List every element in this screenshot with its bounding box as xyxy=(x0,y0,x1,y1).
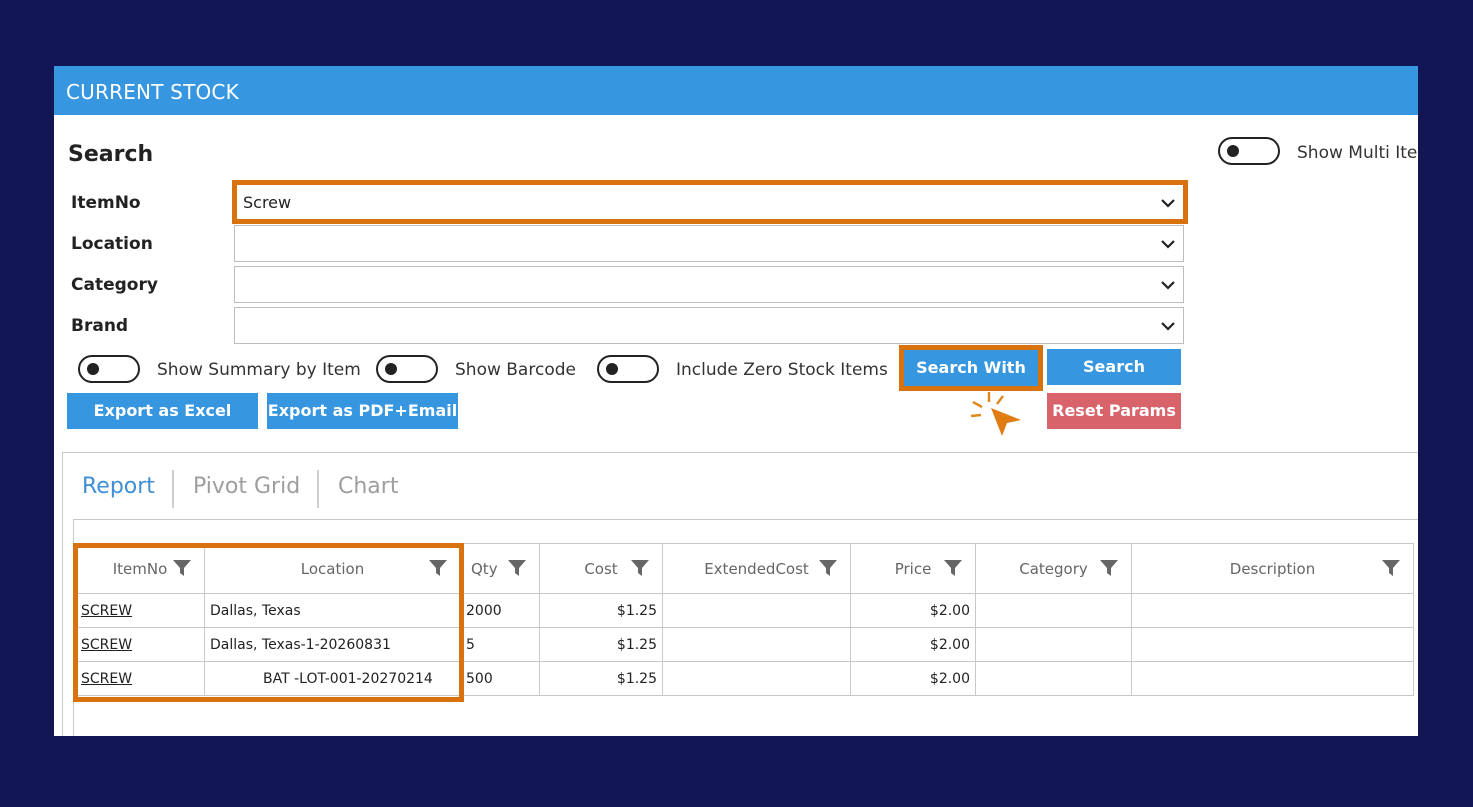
show-summary-toggle[interactable] xyxy=(78,355,140,383)
itemno-select[interactable]: Screw xyxy=(234,184,1184,221)
search-section-title: Search xyxy=(68,142,154,167)
cell-cost: $1.25 xyxy=(539,627,663,662)
itemno-label: ItemNo xyxy=(71,193,141,213)
search-button[interactable]: Search xyxy=(1047,349,1181,385)
cell-category xyxy=(975,627,1132,662)
show-multi-item-toggle[interactable] xyxy=(1218,137,1280,165)
tab-divider xyxy=(317,470,319,508)
filter-icon[interactable] xyxy=(1099,558,1119,578)
chevron-down-icon xyxy=(1161,199,1175,208)
cell-price: $2.00 xyxy=(850,627,976,662)
cell-category xyxy=(975,661,1132,696)
itemno-value: Screw xyxy=(243,193,292,212)
window-title: CURRENT STOCK xyxy=(54,66,1418,115)
export-excel-button[interactable]: Export as Excel xyxy=(67,393,258,429)
cell-description xyxy=(1131,661,1414,696)
filter-icon[interactable] xyxy=(1381,558,1401,578)
column-header-cost[interactable]: Cost xyxy=(539,543,663,594)
table-row: SCREW Dallas, Texas-1-20260831 5 $1.25 $… xyxy=(75,627,1414,662)
tab-report[interactable]: Report xyxy=(82,474,155,499)
column-header-location[interactable]: Location xyxy=(204,543,461,594)
cell-itemno[interactable]: SCREW xyxy=(75,661,205,696)
cell-qty: 2000 xyxy=(460,593,540,628)
itemno-link[interactable]: SCREW xyxy=(81,603,132,619)
show-summary-label: Show Summary by Item xyxy=(157,360,361,380)
cell-qty: 500 xyxy=(460,661,540,696)
column-header-qty[interactable]: Qty xyxy=(460,543,540,594)
cell-extendedcost xyxy=(662,627,851,662)
cell-location: Dallas, Texas xyxy=(204,593,461,628)
table-row: SCREW Dallas, Texas 2000 $1.25 $2.00 xyxy=(75,593,1414,628)
tab-divider xyxy=(172,470,174,508)
click-cursor-icon xyxy=(970,392,1021,436)
table-header-row: ItemNo Location Qty Cost ExtendedCost Pr… xyxy=(75,543,1414,594)
cell-cost: $1.25 xyxy=(539,661,663,696)
show-barcode-toggle[interactable] xyxy=(376,355,438,383)
cell-itemno[interactable]: SCREW xyxy=(75,627,205,662)
cell-itemno[interactable]: SCREW xyxy=(75,593,205,628)
cell-price: $2.00 xyxy=(850,661,976,696)
brand-select[interactable] xyxy=(234,307,1184,344)
reset-params-button[interactable]: Reset Params xyxy=(1047,393,1181,429)
zero-stock-label: Include Zero Stock Items xyxy=(676,360,888,380)
show-barcode-label: Show Barcode xyxy=(455,360,576,380)
category-select[interactable] xyxy=(234,266,1184,303)
chevron-down-icon xyxy=(1161,281,1175,290)
cell-extendedcost xyxy=(662,661,851,696)
stock-table: ItemNo Location Qty Cost ExtendedCost Pr… xyxy=(75,543,1414,696)
column-header-price[interactable]: Price xyxy=(850,543,976,594)
zero-stock-toggle[interactable] xyxy=(597,355,659,383)
cell-cost: $1.25 xyxy=(539,593,663,628)
chevron-down-icon xyxy=(1161,240,1175,249)
show-multi-item-label: Show Multi Item xyxy=(1297,143,1418,163)
itemno-link[interactable]: SCREW xyxy=(81,637,132,653)
column-header-extendedcost[interactable]: ExtendedCost xyxy=(662,543,851,594)
filter-icon[interactable] xyxy=(172,558,192,578)
location-select[interactable] xyxy=(234,225,1184,262)
column-header-category[interactable]: Category xyxy=(975,543,1132,594)
filter-icon[interactable] xyxy=(818,558,838,578)
cell-description xyxy=(1131,627,1414,662)
cell-qty: 5 xyxy=(460,627,540,662)
cell-price: $2.00 xyxy=(850,593,976,628)
filter-icon[interactable] xyxy=(428,558,448,578)
chevron-down-icon xyxy=(1161,322,1175,331)
cell-location: BAT -LOT-001-20270214 xyxy=(204,661,461,696)
itemno-link[interactable]: SCREW xyxy=(81,671,132,687)
column-header-description[interactable]: Description xyxy=(1131,543,1414,594)
column-header-itemno[interactable]: ItemNo xyxy=(75,543,205,594)
filter-icon[interactable] xyxy=(630,558,650,578)
export-pdf-email-button[interactable]: Export as PDF+Email xyxy=(267,393,458,429)
cell-category xyxy=(975,593,1132,628)
tab-chart[interactable]: Chart xyxy=(338,474,398,499)
table-row: SCREW BAT -LOT-001-20270214 500 $1.25 $2… xyxy=(75,661,1414,696)
filter-icon[interactable] xyxy=(507,558,527,578)
cell-description xyxy=(1131,593,1414,628)
search-with-lot-button[interactable]: Search With Lot xyxy=(904,350,1038,413)
filter-icon[interactable] xyxy=(943,558,963,578)
tab-pivot-grid[interactable]: Pivot Grid xyxy=(193,474,300,499)
location-label: Location xyxy=(71,234,153,254)
current-stock-window: CURRENT STOCK Search Show Multi Item Ite… xyxy=(54,66,1418,736)
brand-label: Brand xyxy=(71,316,129,336)
cell-location: Dallas, Texas-1-20260831 xyxy=(204,627,461,662)
category-label: Category xyxy=(71,275,158,295)
cell-extendedcost xyxy=(662,593,851,628)
